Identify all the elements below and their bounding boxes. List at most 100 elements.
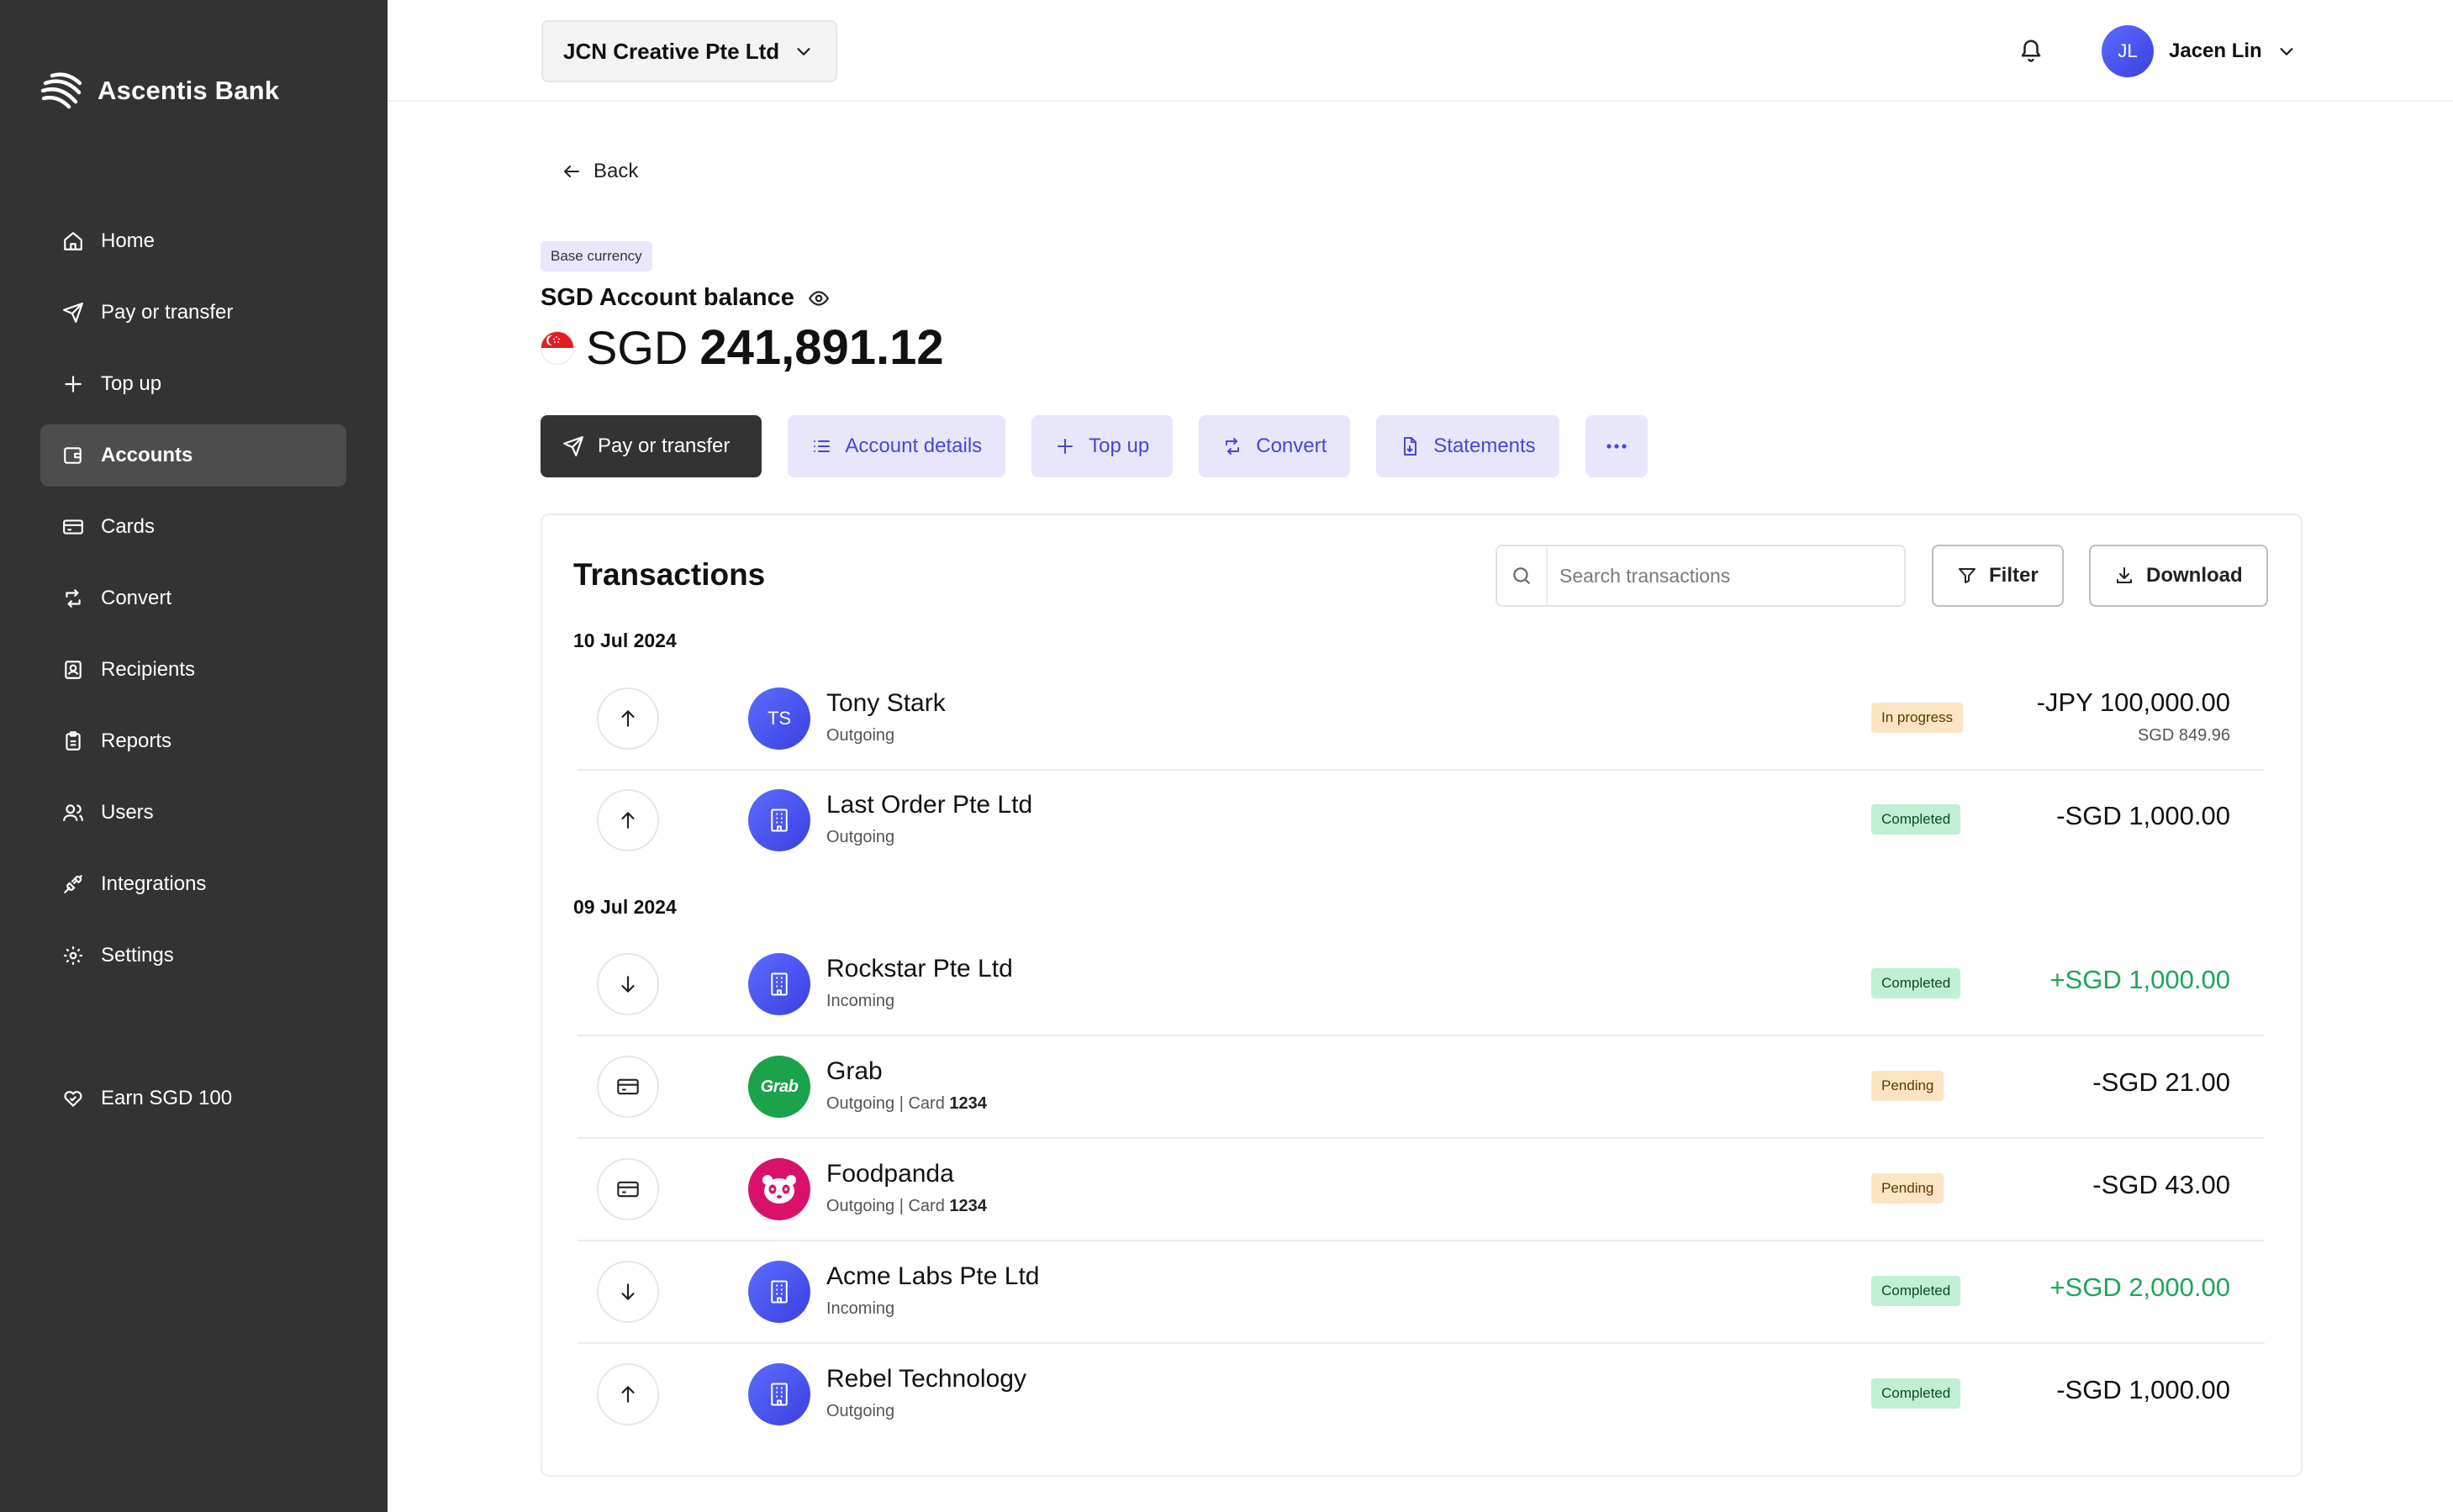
- table-row[interactable]: TS Tony Stark Outgoing In progress -JPY …: [578, 669, 2265, 771]
- date-group-label: 10 Jul 2024: [573, 630, 677, 651]
- filter-button[interactable]: Filter: [1932, 545, 2064, 607]
- convert-icon: [1222, 436, 1242, 456]
- sidebar-item-label: Earn SGD 100: [101, 1087, 233, 1109]
- sidebar-item-reports[interactable]: Reports: [40, 710, 346, 772]
- card-icon: [597, 1056, 659, 1118]
- card-icon: [62, 516, 84, 538]
- sidebar-item-integrations[interactable]: Integrations: [40, 853, 346, 915]
- search-box[interactable]: [1496, 545, 1906, 607]
- foodpanda-logo-icon: [748, 1158, 810, 1220]
- transaction-amount: -SGD 1,000.00: [2056, 1375, 2230, 1404]
- send-icon: [62, 302, 84, 324]
- notifications-bell-icon[interactable]: [2018, 37, 2044, 64]
- more-actions-button[interactable]: [1585, 415, 1648, 477]
- table-row[interactable]: Foodpanda Outgoing | Card 1234 Pending -…: [578, 1140, 2265, 1241]
- top-up-button[interactable]: Top up: [1031, 415, 1174, 477]
- building-icon: [748, 953, 810, 1015]
- date-group-label: 09 Jul 2024: [573, 896, 677, 918]
- transaction-direction: Outgoing | Card 1234: [826, 1094, 987, 1114]
- document-icon: [1400, 436, 1420, 456]
- pay-or-transfer-label: Pay or transfer: [598, 435, 731, 457]
- back-label: Back: [593, 160, 639, 182]
- convert-button[interactable]: Convert: [1199, 415, 1351, 477]
- chevron-down-icon: [794, 42, 813, 61]
- download-icon: [2114, 566, 2134, 586]
- user-menu[interactable]: JL Jacen Lin: [2102, 25, 2296, 77]
- transaction-name: Foodpanda: [826, 1160, 954, 1188]
- filter-icon: [1957, 566, 1977, 586]
- table-row[interactable]: Last Order Pte Ltd Outgoing Completed -S…: [578, 771, 2265, 872]
- user-name: Jacen Lin: [2169, 40, 2262, 62]
- brand-logo[interactable]: Ascentis Bank: [40, 70, 279, 112]
- transaction-amount: -SGD 21.00: [2092, 1067, 2230, 1097]
- sidebar-item-label: Recipients: [101, 658, 196, 681]
- sidebar-item-pay-or-transfer[interactable]: Pay or transfer: [40, 282, 346, 344]
- company-selector[interactable]: JCN Creative Pte Ltd: [541, 20, 837, 82]
- transactions-panel: Transactions Filter Download 10 Jul 2024…: [541, 514, 2303, 1477]
- status-badge: Completed: [1871, 1378, 1961, 1409]
- home-icon: [62, 230, 84, 252]
- table-row[interactable]: Rebel Technology Outgoing Completed -SGD…: [578, 1345, 2265, 1446]
- plug-icon: [62, 873, 84, 895]
- sidebar-item-home[interactable]: Home: [40, 210, 346, 272]
- sidebar-item-convert[interactable]: Convert: [40, 567, 346, 630]
- account-details-button[interactable]: Account details: [788, 415, 1006, 477]
- account-actions: Pay or transfer Account details Top up C…: [541, 415, 1648, 477]
- sidebar-item-settings[interactable]: Settings: [40, 925, 346, 987]
- sidebar-item-earn-referral[interactable]: Earn SGD 100: [40, 1067, 346, 1130]
- sidebar-item-users[interactable]: Users: [40, 782, 346, 844]
- back-link[interactable]: Back: [562, 160, 638, 183]
- top-bar: JCN Creative Pte Ltd JL Jacen Lin: [388, 0, 2453, 102]
- transaction-amount: -JPY 100,000.00: [2036, 688, 2230, 717]
- sidebar-item-cards[interactable]: Cards: [40, 496, 346, 558]
- balance-label: SGD Account balance: [541, 284, 830, 312]
- transaction-amount: +SGD 1,000.00: [2049, 965, 2230, 994]
- download-button[interactable]: Download: [2089, 545, 2268, 607]
- balance-amount: 241,891.12: [699, 320, 944, 375]
- brand-name: Ascentis Bank: [98, 76, 280, 105]
- wallet-icon: [62, 445, 84, 466]
- balance-currency: SGD: [586, 321, 688, 374]
- status-badge: Pending: [1871, 1071, 1944, 1101]
- sidebar-item-label: Home: [101, 229, 156, 252]
- eye-icon[interactable]: [808, 287, 830, 309]
- arrow-down-icon: [597, 1261, 659, 1323]
- building-icon: [748, 1261, 810, 1323]
- sidebar-item-label: Pay or transfer: [101, 301, 234, 324]
- transaction-amount: +SGD 2,000.00: [2049, 1272, 2230, 1302]
- arrow-left-icon: [562, 161, 582, 182]
- arrow-up-icon: [597, 1363, 659, 1425]
- arrow-up-icon: [597, 789, 659, 851]
- pay-or-transfer-button[interactable]: Pay or transfer: [541, 415, 762, 477]
- search-input[interactable]: [1548, 564, 1904, 587]
- download-label: Download: [2146, 564, 2243, 587]
- sidebar-item-label: Reports: [101, 730, 172, 752]
- statements-label: Statements: [1433, 435, 1536, 457]
- convert-icon: [62, 587, 84, 609]
- table-row[interactable]: Acme Labs Pte Ltd Incoming Completed +SG…: [578, 1242, 2265, 1344]
- company-name: JCN Creative Pte Ltd: [563, 38, 780, 64]
- base-currency-badge: Base currency: [541, 241, 652, 271]
- sidebar-item-accounts[interactable]: Accounts: [40, 424, 346, 487]
- grab-logo-icon: Grab: [748, 1056, 810, 1118]
- account-details-label: Account details: [845, 435, 983, 457]
- table-row[interactable]: Grab Grab Outgoing | Card 1234 Pending -…: [578, 1037, 2265, 1139]
- sidebar-item-recipients[interactable]: Recipients: [40, 639, 346, 701]
- building-icon: [748, 789, 810, 851]
- list-icon: [811, 436, 831, 456]
- table-row[interactable]: Rockstar Pte Ltd Incoming Completed +SGD…: [578, 935, 2265, 1036]
- sidebar-item-top-up[interactable]: Top up: [40, 353, 346, 415]
- statements-button[interactable]: Statements: [1376, 415, 1559, 477]
- transaction-name: Last Order Pte Ltd: [826, 791, 1033, 819]
- avatar: JL: [2102, 25, 2154, 77]
- chevron-down-icon: [2277, 42, 2296, 61]
- recipients-icon: [62, 659, 84, 681]
- more-dots-icon: [1606, 443, 1627, 450]
- transaction-amount-converted: SGD 849.96: [2137, 726, 2230, 745]
- sidebar-item-label: Users: [101, 801, 154, 824]
- building-icon: [748, 1363, 810, 1425]
- transaction-direction: Outgoing: [826, 828, 895, 846]
- transaction-direction-text: Outgoing | Card: [826, 1197, 950, 1215]
- transaction-amount: -SGD 1,000.00: [2056, 801, 2230, 830]
- transaction-direction: Incoming: [826, 1299, 895, 1318]
